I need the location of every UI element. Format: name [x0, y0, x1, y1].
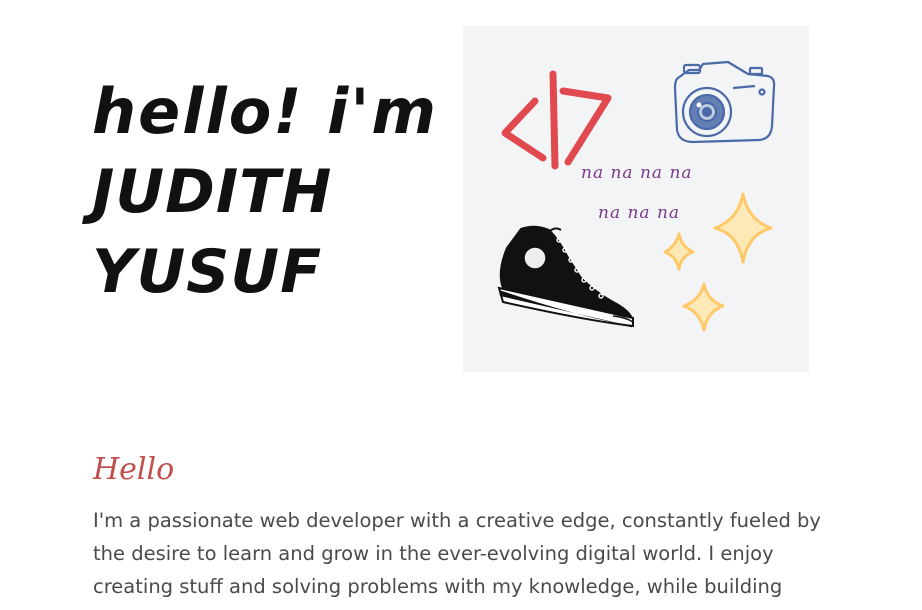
illustration-canvas: na na na na na na na: [497, 60, 776, 332]
camera-icon: [673, 60, 776, 144]
code-icon: [501, 70, 612, 170]
hero-illustration: na na na na na na na: [463, 26, 809, 372]
hero-greeting: hello! i'm: [92, 75, 438, 148]
lyrics-line-2: na na na: [598, 203, 680, 223]
sneaker-icon: [497, 225, 635, 328]
lyrics-line-1: na na na na: [581, 163, 693, 183]
hero-first-name: JUDITH: [92, 157, 333, 227]
sparkle-icon: [663, 192, 773, 332]
about-text: I'm a passionate web developer with a cr…: [93, 509, 821, 598]
about-heading: Hello: [93, 452, 175, 487]
about-section: Hello I'm a passionate web developer wit…: [93, 448, 833, 603]
hero-title: hello! i'm JUDITH YUSUF: [92, 72, 438, 312]
hero-section: hello! i'm JUDITH YUSUF na na na na na n…: [0, 0, 922, 400]
hero-last-name: YUSUF: [92, 237, 323, 307]
